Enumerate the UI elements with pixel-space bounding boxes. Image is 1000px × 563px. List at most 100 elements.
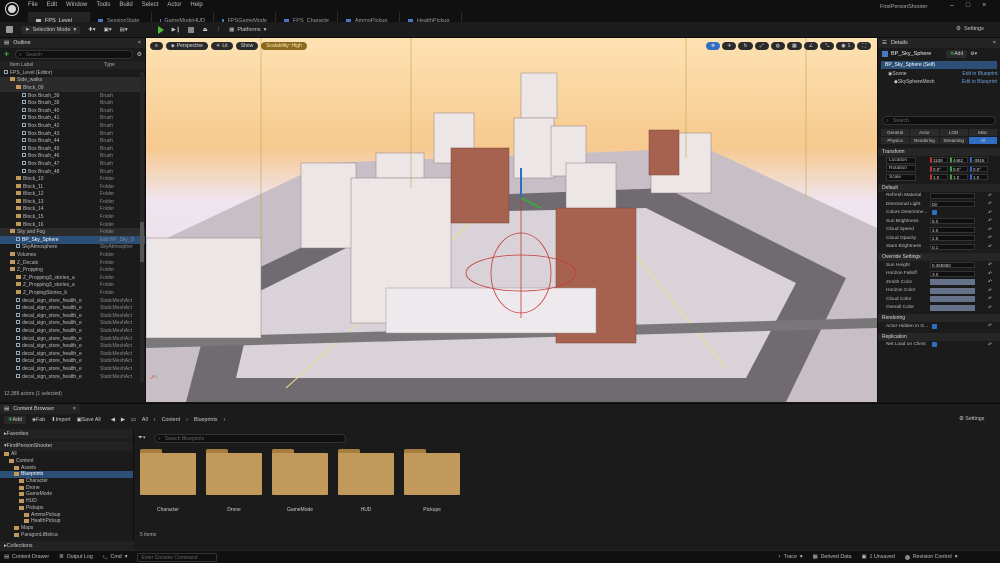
outliner-row[interactable]: Z_Propping3_stories_a Folder bbox=[0, 282, 145, 290]
output-log-button[interactable]: ≣ Output Log bbox=[59, 554, 93, 560]
property-value-field[interactable]: 0.365960 bbox=[930, 262, 975, 269]
content-drawer-button[interactable]: ▤ Content Drawer bbox=[4, 554, 49, 560]
outliner-row[interactable]: Block_10 Folder bbox=[0, 175, 145, 183]
rotate-icon[interactable]: ↻ bbox=[738, 42, 753, 50]
outliner-row[interactable]: Side_walks bbox=[0, 76, 145, 85]
property-value-field[interactable]: 4.0 bbox=[930, 226, 975, 233]
outliner-row[interactable]: Box Brush_42 Brush bbox=[0, 122, 145, 130]
camera-speed-button[interactable]: ◉ 1 bbox=[836, 42, 856, 50]
asset-folder[interactable] bbox=[404, 449, 460, 495]
folder-tree-item[interactable]: Blueprints bbox=[0, 471, 133, 478]
filter-tab[interactable]: Rendering bbox=[910, 137, 939, 144]
save-icon[interactable] bbox=[6, 26, 13, 33]
outliner-row[interactable]: Box Brush_46 Brush bbox=[0, 153, 145, 161]
outliner-row[interactable]: Block_14 Folder bbox=[0, 206, 145, 214]
filter-tab[interactable]: All bbox=[968, 137, 997, 144]
outliner-row[interactable]: Box Brush_45 Brush bbox=[0, 145, 145, 153]
step-icon[interactable]: ▶❙ bbox=[172, 27, 181, 33]
derived-data-button[interactable]: ▦ Derived Data bbox=[813, 554, 852, 560]
breadcrumb-blueprints[interactable]: Blueprints bbox=[194, 417, 218, 423]
column-item-label[interactable]: Item Label bbox=[10, 62, 104, 68]
outliner-row[interactable]: decal_sign_store_health_e StaticMeshAct bbox=[0, 358, 145, 366]
lit-button[interactable]: ☀ Lit bbox=[210, 42, 233, 50]
quick-add-icon[interactable]: ✚▾ bbox=[88, 27, 95, 33]
blueprint-options-icon[interactable]: ⚙▾ bbox=[970, 51, 977, 57]
outliner-row[interactable]: decal_sign_store_health_e StaticMeshAct bbox=[0, 320, 145, 328]
outliner-search-input[interactable]: ⌕ Search bbox=[15, 50, 133, 59]
grid-snap-icon[interactable]: ▦ bbox=[787, 42, 802, 50]
reset-icon[interactable]: ↶ bbox=[988, 218, 992, 224]
transform-label[interactable]: Rotation bbox=[886, 165, 916, 173]
transform-value-field[interactable]: 1.0 bbox=[970, 174, 988, 181]
filter-tab[interactable]: Misc bbox=[968, 129, 997, 136]
show-button[interactable]: Show bbox=[235, 42, 259, 50]
asset-folder[interactable] bbox=[338, 449, 394, 495]
reset-icon[interactable]: ↶ bbox=[988, 210, 992, 216]
back-icon[interactable]: ◀ bbox=[111, 417, 115, 423]
revision-control-button[interactable]: Revision Control ▾ bbox=[904, 554, 957, 560]
add-component-button[interactable]: ✚Add bbox=[946, 50, 968, 58]
component-mesh[interactable]: ◆ SkySphereMesh Edit in Blueprint bbox=[878, 78, 1000, 86]
folder-tree-item[interactable]: Pickups bbox=[0, 505, 133, 512]
asset-folder[interactable] bbox=[272, 449, 328, 495]
outliner-scrollbar[interactable] bbox=[140, 72, 144, 382]
reset-icon[interactable]: ↶ bbox=[988, 262, 992, 268]
edit-in-blueprint-link[interactable]: Edit in Blueprint bbox=[962, 71, 997, 77]
property-value-field[interactable] bbox=[930, 192, 975, 199]
unsaved-button[interactable]: ▣ 1 Unsaved bbox=[862, 554, 895, 560]
outliner-row[interactable]: decal_sign_store_health_e StaticMeshAct bbox=[0, 312, 145, 320]
folder-tree-item[interactable]: ParagonLtBelica bbox=[0, 531, 133, 538]
actor-name-field[interactable]: BP_Sky_Sphere bbox=[891, 51, 943, 57]
reset-icon[interactable]: ↶ bbox=[988, 279, 992, 285]
property-value-field[interactable]: 3.0 bbox=[930, 270, 975, 277]
selection-mode-dropdown[interactable]: ➤ Selection Mode ▾ bbox=[21, 25, 81, 34]
filter-tab[interactable]: Physics bbox=[881, 137, 910, 144]
outliner-row[interactable]: Block_11 Folder bbox=[0, 183, 145, 191]
property-value-field[interactable]: 2.5 bbox=[930, 235, 975, 242]
reset-icon[interactable]: ↶ bbox=[988, 235, 992, 241]
property-value-field[interactable]: 8.0 bbox=[930, 218, 975, 225]
transform-value-field[interactable]: 0.0° bbox=[970, 165, 988, 172]
reset-icon[interactable]: ↶ bbox=[988, 296, 992, 302]
folder-tree-item[interactable]: Assets bbox=[0, 464, 133, 471]
folder-tree-item[interactable]: Maps bbox=[0, 525, 133, 532]
outliner-row[interactable]: Volumes Folder bbox=[0, 251, 145, 259]
eject-icon[interactable]: ⏏ bbox=[202, 27, 207, 33]
section-replication[interactable]: Replication bbox=[878, 332, 1000, 341]
cb-settings-button[interactable]: ⚙ Settings bbox=[959, 416, 984, 422]
outliner-row[interactable]: Z_Propping Folder bbox=[0, 266, 145, 274]
property-value-field[interactable]: Dir bbox=[930, 201, 975, 208]
property-value-field[interactable]: 0.1 bbox=[930, 243, 975, 250]
transform-label[interactable]: Location bbox=[886, 156, 916, 164]
level-viewport[interactable]: ≡ ◈ Perspective ☀ Lit Show Scalability: Hi… bbox=[146, 38, 877, 402]
outliner-row[interactable]: Box Brush_41 Brush bbox=[0, 115, 145, 123]
breadcrumb-content[interactable]: Content bbox=[162, 417, 181, 423]
breadcrumb-all[interactable]: All bbox=[142, 417, 148, 423]
content-browser-tab[interactable]: ▤ Content Browser × bbox=[0, 404, 80, 414]
outliner-row[interactable]: decal_sign_store_health_e StaticMeshAct bbox=[0, 365, 145, 373]
stop-icon[interactable] bbox=[188, 26, 195, 33]
folder-tree-item[interactable]: Drone bbox=[0, 484, 133, 491]
outliner-row[interactable]: Box Brush_44 Brush bbox=[0, 137, 145, 145]
outliner-row[interactable]: decal_sign_store_health_e StaticMeshAct bbox=[0, 373, 145, 381]
cmd-dropdown[interactable]: ›_ Cmd ▾ bbox=[103, 554, 128, 560]
scale-icon[interactable]: ⤢ bbox=[754, 42, 769, 50]
section-default[interactable]: Default bbox=[878, 183, 1000, 192]
filter-tab[interactable]: Actor bbox=[910, 129, 939, 136]
checkbox[interactable] bbox=[932, 342, 937, 348]
console-input[interactable]: Enter Console Command bbox=[137, 552, 218, 562]
scale-snap-icon[interactable]: ⤡ bbox=[820, 42, 835, 50]
component-self[interactable]: BP_Sky_Sphere (Self) bbox=[881, 61, 997, 69]
cinematics-icon[interactable]: ▤▾ bbox=[120, 27, 128, 33]
project-header[interactable]: ▾ FirstPersonShooter bbox=[0, 441, 133, 451]
outliner-row[interactable]: Block_13 Folder bbox=[0, 198, 145, 206]
section-rendering[interactable]: Rendering bbox=[878, 314, 1000, 322]
folder-tree-item[interactable]: GameMode bbox=[0, 491, 133, 498]
close-icon[interactable]: × bbox=[73, 406, 76, 412]
trace-button[interactable]: ◔ Trace ▾ bbox=[777, 554, 802, 560]
outliner-row[interactable]: Z_Propping3_stories_a Folder bbox=[0, 274, 145, 282]
blueprints-icon[interactable]: ▣▾ bbox=[104, 27, 112, 33]
folder-tree-item[interactable]: All bbox=[0, 451, 133, 458]
forward-icon[interactable]: ▶ bbox=[121, 417, 125, 423]
minimize-icon[interactable]: – bbox=[950, 2, 954, 9]
